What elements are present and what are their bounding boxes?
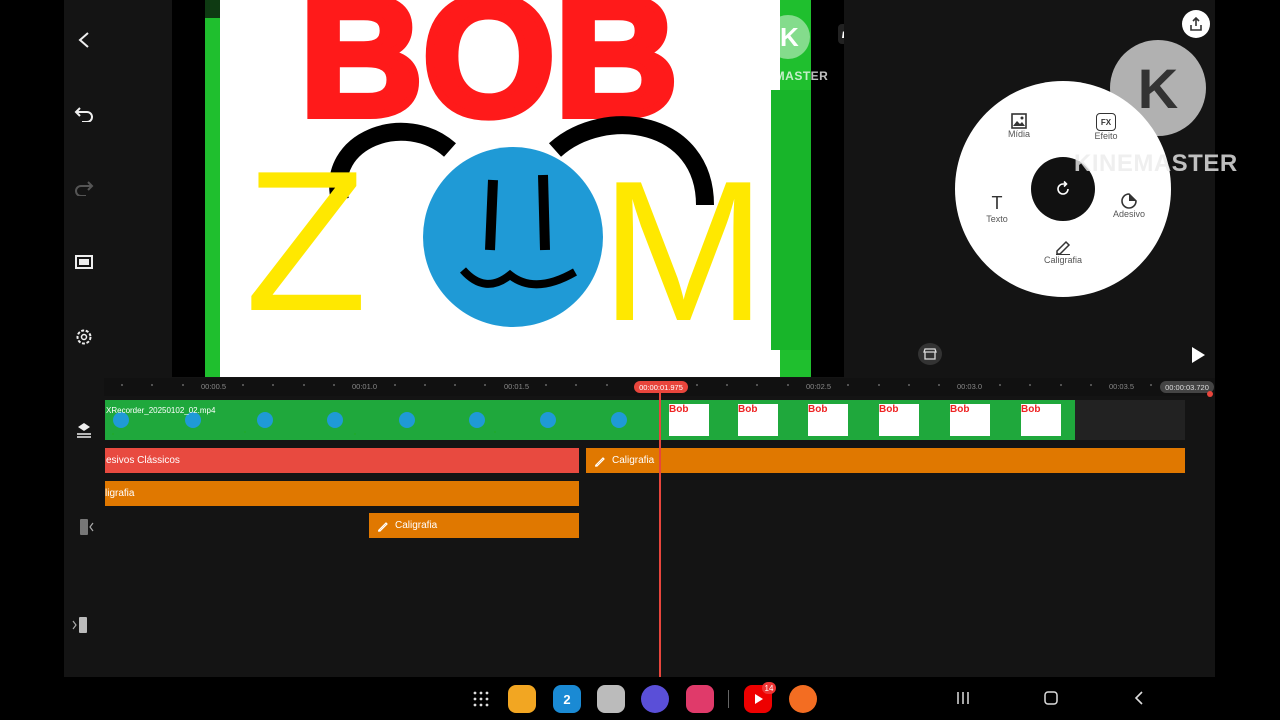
undo-button[interactable] bbox=[72, 102, 96, 126]
home-icon bbox=[1044, 691, 1058, 705]
playhead[interactable] bbox=[659, 386, 661, 677]
grid-icon bbox=[473, 691, 489, 707]
layer-stickers[interactable]: esivos Clássicos bbox=[105, 448, 579, 473]
play-icon bbox=[1192, 347, 1205, 363]
handle-left-icon bbox=[80, 519, 94, 535]
tick-label: 00:00.5 bbox=[201, 382, 227, 391]
redo-icon bbox=[75, 181, 94, 196]
image-icon bbox=[1011, 113, 1027, 129]
pen-icon bbox=[1056, 240, 1071, 255]
store-icon bbox=[923, 348, 937, 360]
wheel-sticker-label: Adesivo bbox=[1112, 209, 1146, 219]
export-button[interactable] bbox=[1182, 10, 1210, 38]
tick-label: 00:02.5 bbox=[806, 382, 832, 391]
undo-icon bbox=[74, 107, 93, 122]
thumb-bob: Bob bbox=[879, 404, 919, 436]
watermark-large-text: KINEMASTER bbox=[1074, 150, 1238, 177]
apps-grid-button[interactable] bbox=[472, 690, 490, 708]
recents-icon bbox=[957, 692, 969, 704]
layer-wheel-menu: Mídia FX Efeito T Texto Adesivo Caligraf… bbox=[955, 81, 1171, 297]
dock-divider bbox=[728, 690, 729, 708]
tick-label: 00:03.5 bbox=[1109, 382, 1135, 391]
layer-label: esivos Clássicos bbox=[106, 455, 180, 466]
tick-label: 00:01.5 bbox=[504, 382, 530, 391]
end-marker bbox=[1207, 391, 1213, 397]
video-track[interactable]: XRecorder_20250102_02.mp4 Bob Bob Bob Bo… bbox=[105, 400, 1185, 440]
left-toolbar bbox=[64, 0, 104, 377]
rotate-icon bbox=[1057, 180, 1069, 195]
timeline-collapse-handle[interactable] bbox=[78, 518, 94, 536]
pen-icon bbox=[378, 521, 388, 532]
recents-button[interactable] bbox=[955, 690, 971, 706]
video-preview[interactable]: BOB Z M K bbox=[205, 0, 811, 377]
text-icon: T bbox=[991, 193, 1003, 213]
art-letter-z: Z bbox=[245, 130, 367, 353]
watermark-small-text: KINEMASTER bbox=[744, 69, 829, 83]
play-button[interactable] bbox=[1186, 344, 1208, 366]
preview-artwork: BOB Z M K bbox=[205, 0, 811, 377]
recorder-app-icon[interactable] bbox=[789, 685, 817, 713]
layer-handwriting[interactable]: Caligrafia bbox=[586, 448, 1185, 473]
watermark-small-logo: K bbox=[780, 22, 799, 52]
layer-handwriting[interactable]: ligrafia bbox=[105, 481, 579, 506]
thumb-bob: Bob bbox=[669, 404, 709, 436]
system-back-button[interactable] bbox=[1131, 690, 1147, 706]
system-navbar bbox=[0, 677, 1280, 720]
layer-label: Caligrafia bbox=[395, 520, 438, 531]
redo-button[interactable] bbox=[72, 176, 96, 200]
wheel-effect[interactable]: FX Efeito bbox=[1076, 113, 1136, 141]
wheel-media[interactable]: Mídia bbox=[989, 113, 1049, 139]
layers-icon bbox=[77, 423, 91, 438]
wheel-text[interactable]: T Texto bbox=[967, 193, 1027, 224]
notification-badge: 14 bbox=[762, 682, 776, 694]
files-app-icon[interactable] bbox=[508, 685, 536, 713]
track-options-button[interactable] bbox=[74, 420, 94, 440]
thumb-bob: Bob bbox=[738, 404, 778, 436]
thumb-bob: Bob bbox=[808, 404, 848, 436]
wheel-media-label: Mídia bbox=[1007, 129, 1030, 139]
handle-right-icon bbox=[72, 617, 87, 633]
capture-icon bbox=[75, 255, 93, 269]
tick-label: 00:01.0 bbox=[352, 382, 378, 391]
settings-button[interactable] bbox=[72, 325, 96, 349]
layer-label: ligrafia bbox=[105, 488, 135, 499]
browser-app-icon[interactable] bbox=[641, 685, 669, 713]
home-button[interactable] bbox=[1043, 690, 1059, 706]
end-time-label: 00:00:03.720 bbox=[1160, 381, 1214, 393]
layer-label: Caligrafia bbox=[612, 455, 655, 466]
pen-icon bbox=[595, 456, 605, 467]
clip-segment-bob bbox=[660, 400, 1075, 440]
back-icon bbox=[1134, 691, 1143, 705]
wheel-handwriting[interactable]: Caligrafia bbox=[1033, 239, 1093, 265]
chevron-left-icon bbox=[78, 32, 89, 48]
thumb-bob: Bob bbox=[1021, 404, 1061, 436]
wheel-text-label: Texto bbox=[986, 214, 1008, 224]
share-icon bbox=[1190, 17, 1202, 31]
thumb-bob: Bob bbox=[950, 404, 990, 436]
layer-handwriting[interactable]: Caligrafia bbox=[369, 513, 579, 538]
camera-app-icon[interactable] bbox=[686, 685, 714, 713]
asset-store-button[interactable] bbox=[918, 343, 942, 365]
wheel-sticker[interactable]: Adesivo bbox=[1099, 193, 1159, 219]
sticker-icon bbox=[1121, 193, 1137, 209]
fx-icon: FX bbox=[1096, 113, 1116, 131]
clip-segment-dark bbox=[1075, 400, 1185, 440]
back-button[interactable] bbox=[72, 28, 96, 52]
art-letter-m: M bbox=[600, 140, 767, 363]
capture-button[interactable] bbox=[72, 250, 96, 274]
gear-icon bbox=[76, 329, 92, 345]
wheel-handwriting-label: Caligrafia bbox=[1043, 255, 1083, 265]
tick-label: 00:03.0 bbox=[957, 382, 983, 391]
wheel-effect-label: Efeito bbox=[1094, 131, 1118, 141]
timeline-expand-handle[interactable] bbox=[72, 616, 90, 634]
calendar-app-icon[interactable]: 2 bbox=[553, 685, 581, 713]
clip-name: XRecorder_20250102_02.mp4 bbox=[106, 406, 216, 415]
folder-app-icon[interactable] bbox=[597, 685, 625, 713]
current-time: 00:00:01.975 bbox=[634, 381, 688, 393]
